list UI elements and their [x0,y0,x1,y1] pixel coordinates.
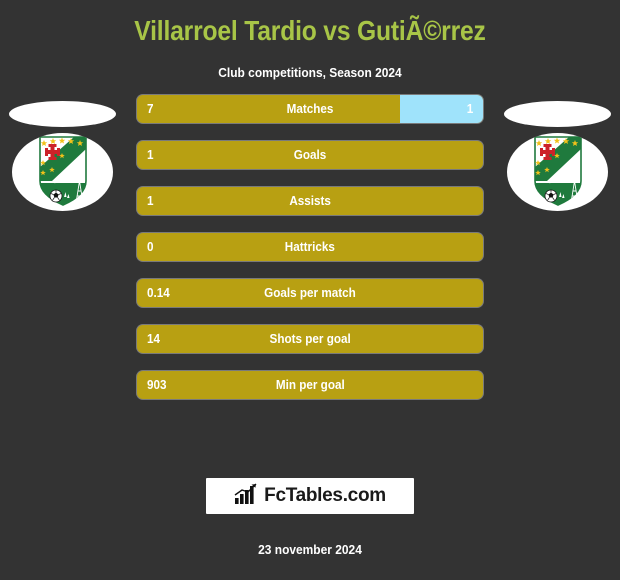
stat-row: 903 Min per goal [137,371,483,399]
brand-name: FcTables.com [264,485,386,506]
away-team-crest-icon: ORIENTE [507,133,608,211]
header: Villarroel Tardio vs GutiÃ©rrez Club com… [0,0,620,81]
footer: FcTables.com 23 november 2024 [0,478,620,580]
stat-label: Shots per goal [269,331,351,346]
report-date: 23 november 2024 [258,542,362,557]
stats-list: 7 Matches 1 1 Goals 1 Assists 0 Hattrick… [137,95,483,399]
away-value: 1 [466,101,473,116]
stat-label: Assists [289,193,331,208]
home-team-crest-icon: ORIENTE [12,133,113,211]
stat-label: Matches [286,101,334,116]
stat-label: Goals per match [264,285,356,300]
bar-chart-icon [234,483,258,510]
stat-label: Hattricks [284,239,336,254]
stat-row: 7 Matches 1 [137,95,483,123]
stat-row: 0 Hattricks [137,233,483,261]
home-badge-highlight-ellipse [9,101,116,127]
away-badge-highlight-ellipse [504,101,611,127]
fctables-brand[interactable]: FcTables.com [206,478,414,514]
stat-row: 1 Assists [137,187,483,215]
stat-row: 0.14 Goals per match [137,279,483,307]
page-title: Villarroel Tardio vs GutiÃ©rrez [134,15,486,46]
comparison-body: ORIENTE 7 Matches 1 1 Goals 1 Assists 0 … [0,95,620,415]
away-team-badge: ORIENTE [495,95,620,245]
stat-label: Min per goal [275,377,345,392]
stat-row: 14 Shots per goal [137,325,483,353]
home-team-badge: ORIENTE [0,95,125,245]
stat-label: Goals [293,147,327,162]
page-subtitle: Club competitions, Season 2024 [218,65,402,80]
stat-row: 1 Goals [137,141,483,169]
